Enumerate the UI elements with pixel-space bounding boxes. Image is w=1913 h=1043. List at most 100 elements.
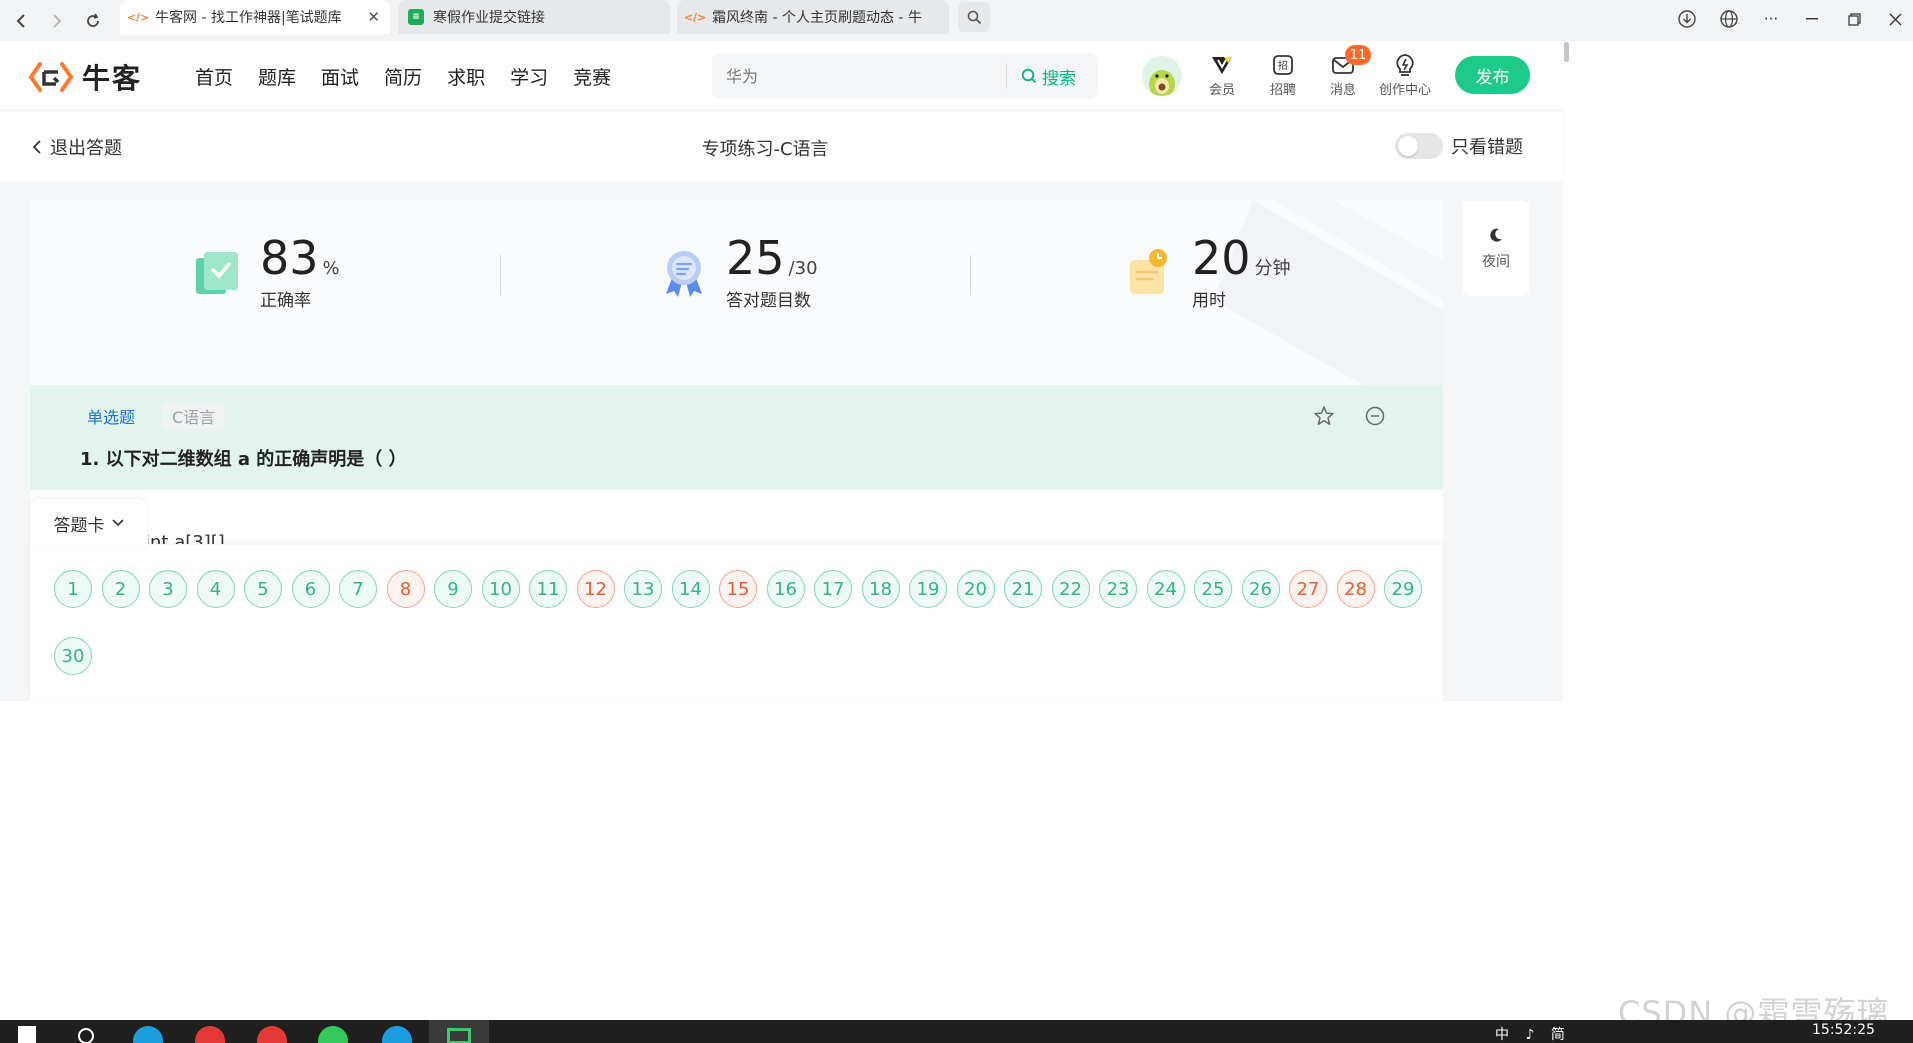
logo-mark-icon	[28, 60, 74, 94]
answer-sheet-item[interactable]: 21	[1004, 570, 1042, 608]
tab-search-icon[interactable]	[958, 2, 990, 32]
restore-icon[interactable]	[1836, 4, 1872, 34]
browser-tab-nowcoder[interactable]: </> 牛客网 - 找工作神器|笔试题库 ✕	[120, 0, 390, 34]
answer-sheet-item[interactable]: 14	[671, 570, 710, 608]
nav-interview[interactable]: 面试	[321, 63, 359, 90]
taskbar-clock[interactable]: 15:52:25	[1812, 1022, 1875, 1038]
remove-circle-icon[interactable]	[1362, 403, 1388, 429]
windows-taskbar: 中 ♪ 简 15:52:25	[0, 1020, 1913, 1043]
page-scrollbar[interactable]	[1564, 42, 1569, 62]
taskbar-search-icon[interactable]	[78, 1028, 94, 1043]
header-recruit[interactable]: 招 招聘	[1270, 51, 1296, 98]
answer-sheet-item[interactable]: 1	[54, 570, 92, 608]
edge-app-icon[interactable]	[133, 1026, 163, 1043]
answer-sheet-item[interactable]: 4	[196, 570, 235, 608]
nav-question-bank[interactable]: 题库	[258, 63, 296, 90]
header-icon-label: 消息	[1330, 83, 1357, 98]
answer-sheet-item[interactable]: 19	[909, 570, 947, 608]
answer-sheet-item[interactable]: 2	[101, 570, 140, 608]
answer-sheet-item[interactable]: 8	[386, 570, 425, 608]
answer-sheet-item[interactable]: 28	[1336, 570, 1375, 608]
nav-resume[interactable]: 简历	[384, 63, 422, 90]
answer-sheet-label: 答题卡	[53, 515, 105, 536]
v-badge-icon	[1210, 51, 1234, 79]
time-value: 20	[1192, 231, 1251, 285]
minimize-icon[interactable]	[1794, 4, 1830, 34]
answer-sheet-item[interactable]: 27	[1289, 570, 1327, 608]
sheet-app-icon	[447, 1028, 471, 1043]
app-icon[interactable]	[257, 1026, 287, 1043]
nav-learn[interactable]: 学习	[510, 63, 548, 90]
forward-arrow-icon[interactable]	[42, 6, 72, 36]
svg-text:招: 招	[1278, 59, 1288, 72]
header-creator[interactable]: 创作中心	[1379, 51, 1431, 98]
header-member[interactable]: 会员	[1209, 51, 1235, 98]
windows-start-icon[interactable]	[18, 1026, 36, 1043]
star-icon[interactable]	[1311, 403, 1337, 429]
logo-text: 牛客	[82, 62, 143, 95]
download-icon[interactable]	[1669, 4, 1705, 34]
search-divider	[1006, 63, 1007, 89]
answer-sheet-toggle[interactable]: 答题卡	[30, 499, 148, 547]
answer-sheet-panel: 1 2 3 4 5 6 7 8 9 10 11 12 13 14 15 16 17 18 19 20 21 22 23 24 2…	[30, 545, 1441, 701]
globe-icon[interactable]	[1711, 4, 1747, 34]
search-button[interactable]: 搜索	[1021, 64, 1076, 89]
sheet-favicon-icon: ≡	[408, 9, 424, 25]
answer-sheet-item[interactable]: 6	[291, 570, 330, 608]
answer-sheet-item[interactable]: 30	[54, 637, 92, 675]
back-arrow-icon[interactable]	[6, 6, 36, 36]
answer-sheet-item[interactable]: 22	[1051, 570, 1090, 608]
answer-sheet-item[interactable]: 25	[1194, 570, 1232, 608]
answer-sheet-item[interactable]: 10	[481, 570, 520, 608]
answer-sheet-item[interactable]: 16	[766, 570, 805, 608]
avatar[interactable]	[1142, 56, 1182, 96]
page-title: 专项练习-C语言	[701, 139, 829, 160]
answer-sheet-item[interactable]: 20	[956, 570, 995, 608]
answer-sheet-item[interactable]: 24	[1146, 570, 1185, 608]
nowcoder-logo[interactable]: 牛客	[28, 57, 142, 97]
nav-home[interactable]: 首页	[195, 63, 233, 90]
answer-sheet-item[interactable]: 12	[576, 570, 615, 608]
wrong-only-toggle[interactable]	[1395, 133, 1443, 159]
close-icon[interactable]: ✕	[367, 8, 380, 26]
answer-sheet-item[interactable]: 17	[814, 570, 852, 608]
correct-count-total: /30	[788, 258, 818, 279]
browser-tab-homework[interactable]: ≡ 寒假作业提交链接	[398, 0, 670, 34]
time-unit: 分钟	[1254, 258, 1291, 279]
toggle-knob	[1398, 136, 1418, 156]
nav-jobs[interactable]: 求职	[447, 63, 485, 90]
answer-sheet-item[interactable]: 7	[339, 570, 377, 608]
wechat-app-icon[interactable]	[318, 1026, 348, 1043]
answer-sheet-item[interactable]: 23	[1099, 570, 1137, 608]
taskbar-active-app[interactable]	[429, 1020, 489, 1043]
header-message[interactable]: 11 消息	[1330, 45, 1371, 98]
answer-sheet-item[interactable]: 18	[861, 570, 900, 608]
browser-tab-profile[interactable]: </> 霜风终南 - 个人主页刷题动态 - 牛	[677, 0, 949, 34]
wrong-only-toggle-wrap: 只看错题	[1395, 133, 1523, 159]
recruit-icon: 招	[1272, 51, 1294, 79]
answer-sheet-item[interactable]: 11	[529, 570, 567, 608]
question-header: 单选题 C语言 1. 以下对二维数组 a 的正确声明是（ ）	[30, 385, 1443, 490]
app-icon[interactable]	[195, 1026, 225, 1043]
answer-sheet-item[interactable]: 13	[624, 570, 662, 608]
more-icon[interactable]: ···	[1753, 4, 1789, 34]
publish-button[interactable]: 发布	[1455, 56, 1530, 94]
stat-divider	[970, 255, 971, 295]
answer-sheet-item[interactable]: 3	[149, 570, 187, 608]
tab-title: 霜风终南 - 个人主页刷题动态 - 牛	[712, 10, 922, 26]
time-stat: 20 分钟 用时	[1124, 232, 1291, 311]
close-window-icon[interactable]	[1877, 4, 1913, 34]
answer-sheet-item[interactable]: 26	[1241, 570, 1280, 608]
answer-sheet-item[interactable]: 5	[244, 570, 282, 608]
nav-contest[interactable]: 竞赛	[573, 63, 611, 90]
envelope-icon: 11	[1331, 45, 1371, 79]
search-input[interactable]	[726, 66, 996, 86]
answer-sheet-item[interactable]: 29	[1384, 570, 1422, 608]
refresh-icon[interactable]	[78, 6, 108, 36]
site-header: 牛客 首页 题库 面试 简历 求职 学习 竞赛 搜索 会员	[0, 41, 1563, 111]
night-mode-button[interactable]: 夜间	[1463, 201, 1529, 296]
answer-sheet-item[interactable]: 9	[434, 570, 472, 608]
answer-sheet-item[interactable]: 15	[719, 570, 757, 608]
system-tray[interactable]: 中 ♪ 简	[1495, 1024, 1571, 1043]
edge-app-icon[interactable]	[382, 1026, 412, 1043]
